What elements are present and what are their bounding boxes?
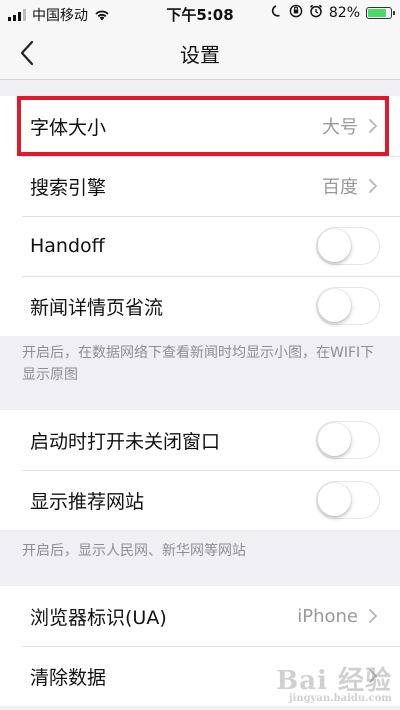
user-agent-row[interactable]: 浏览器标识(UA) iPhone [0, 586, 400, 646]
handoff-label: Handoff [30, 235, 105, 257]
highlight-box [17, 96, 389, 156]
search-engine-label: 搜索引擎 [30, 176, 107, 199]
restore-tabs-toggle[interactable] [316, 421, 380, 459]
toggle-knob [318, 483, 351, 516]
news-data-saver-row: 新闻详情页省流 [0, 276, 400, 336]
moon-icon [271, 5, 283, 21]
status-bar: 中国移动 下午5:08 82% [0, 0, 400, 26]
search-engine-value: 百度 [322, 177, 358, 198]
chevron-right-icon [368, 608, 378, 624]
chevron-right-icon [368, 178, 378, 194]
restore-tabs-row: 启动时打开未关闭窗口 [0, 410, 400, 470]
handoff-row: Handoff [0, 216, 400, 276]
recommended-sites-label: 显示推荐网站 [30, 490, 145, 513]
recommended-sites-toggle[interactable] [316, 481, 380, 519]
handoff-toggle[interactable] [316, 227, 380, 265]
user-agent-label: 浏览器标识(UA) [30, 606, 167, 629]
search-engine-row[interactable]: 搜索引擎 百度 [0, 156, 400, 216]
battery-icon [366, 7, 395, 19]
recommended-sites-row: 显示推荐网站 [0, 470, 400, 530]
alarm-icon [309, 4, 323, 22]
data-saver-note: 开启后，在数据网络下查看新闻时均显示小图，在WIFI下显示原图 [22, 345, 375, 383]
watermark-text: Bai 经验 [276, 666, 392, 696]
orientation-lock-icon [289, 4, 303, 22]
page-title: 设置 [180, 43, 220, 67]
watermark-url: jingyan.baidu.com [288, 693, 392, 704]
battery-percent: 82% [328, 5, 360, 21]
news-data-saver-toggle[interactable] [316, 287, 380, 325]
news-data-saver-label: 新闻详情页省流 [30, 296, 164, 319]
status-right: 82% [271, 4, 395, 22]
user-agent-value: iPhone [297, 605, 358, 627]
restore-tabs-label: 启动时打开未关闭窗口 [30, 430, 221, 453]
toggle-knob [318, 229, 351, 262]
watermark-logo: Bai 经验 jingyan.baidu.com [276, 660, 392, 704]
navigation-bar: 设置 [0, 26, 400, 80]
toggle-knob [318, 423, 351, 456]
battery-fill [368, 9, 387, 17]
toggle-knob [318, 289, 351, 322]
recommended-sites-note: 开启后，显示人民网、新华网等网站 [22, 543, 246, 559]
settings-group-startup: 启动时打开未关闭窗口 显示推荐网站 [0, 410, 400, 530]
